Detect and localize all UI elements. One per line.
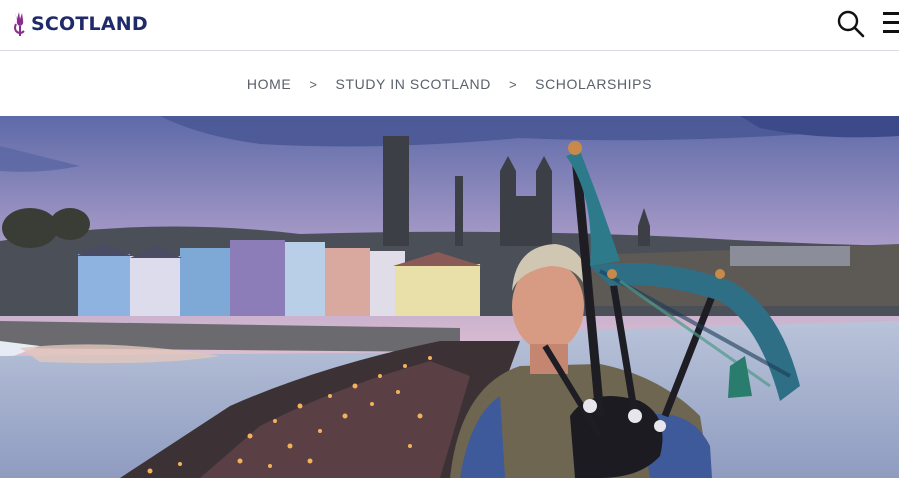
breadcrumb: HOME > STUDY IN SCOTLAND > SCHOLARSHIPS <box>0 52 899 116</box>
hero-photo-illustration <box>0 116 899 478</box>
site-logo[interactable]: SCOTLAND <box>12 9 148 39</box>
site-header: SCOTLAND <box>0 0 899 51</box>
search-icon <box>837 10 865 38</box>
breadcrumb-scholarships[interactable]: SCHOLARSHIPS <box>535 76 652 92</box>
thistle-icon <box>14 12 25 36</box>
logo-text: SCOTLAND <box>31 13 148 35</box>
search-button[interactable] <box>836 9 866 39</box>
breadcrumb-separator: > <box>508 76 518 92</box>
breadcrumb-study-in-scotland[interactable]: STUDY IN SCOTLAND <box>336 76 491 92</box>
menu-bar <box>883 30 899 33</box>
menu-bar <box>883 21 899 24</box>
breadcrumb-separator: > <box>309 76 318 92</box>
menu-bar <box>883 12 899 15</box>
hero-image <box>0 116 899 478</box>
hamburger-menu-icon[interactable] <box>883 12 899 36</box>
breadcrumb-home[interactable]: HOME <box>247 76 291 92</box>
